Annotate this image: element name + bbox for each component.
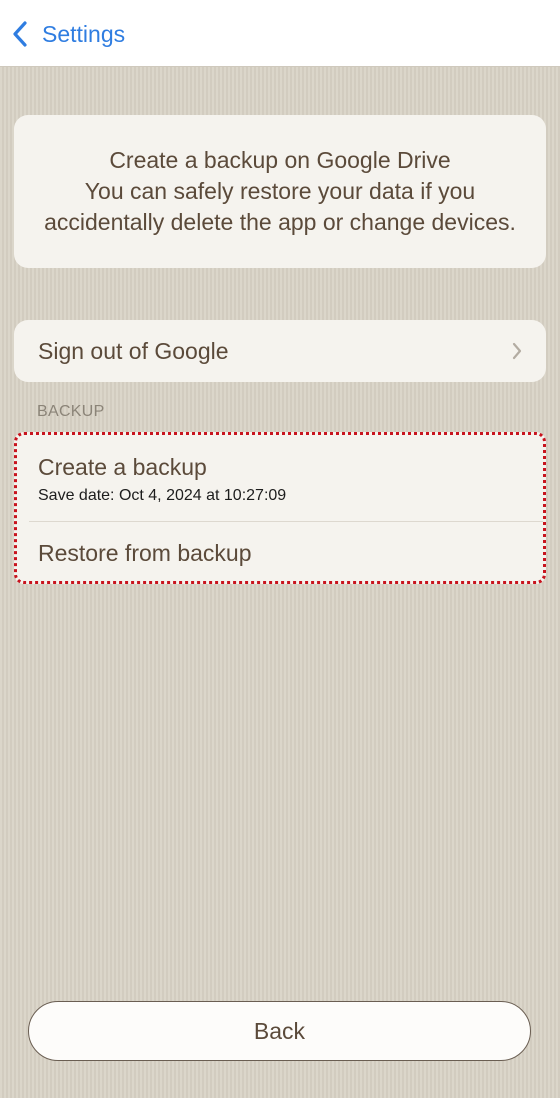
back-button[interactable]: Back (28, 1001, 531, 1061)
save-date-text: Save date: Oct 4, 2024 at 10:27:09 (38, 487, 287, 504)
restore-backup-label: Restore from backup (38, 539, 252, 566)
backup-info-card: Create a backup on Google Drive You can … (14, 115, 546, 268)
chevron-left-icon (10, 18, 36, 50)
back-label: Settings (42, 20, 126, 47)
sign-out-google-row[interactable]: Sign out of Google (14, 320, 546, 382)
backup-options-group: Create a backup Save date: Oct 4, 2024 a… (14, 432, 546, 584)
backup-section-header: BACKUP (37, 403, 105, 420)
create-backup-row[interactable]: Create a backup Save date: Oct 4, 2024 a… (17, 435, 543, 521)
restore-backup-row[interactable]: Restore from backup (17, 522, 543, 581)
chevron-right-icon (510, 340, 524, 362)
create-backup-label: Create a backup (38, 454, 207, 480)
back-to-settings-button[interactable]: Settings (10, 18, 125, 50)
navigation-bar: Settings (0, 0, 560, 67)
info-title: Create a backup on Google Drive (109, 147, 451, 173)
info-description: You can safely restore your data if you … (44, 178, 516, 235)
sign-out-label: Sign out of Google (38, 337, 229, 364)
